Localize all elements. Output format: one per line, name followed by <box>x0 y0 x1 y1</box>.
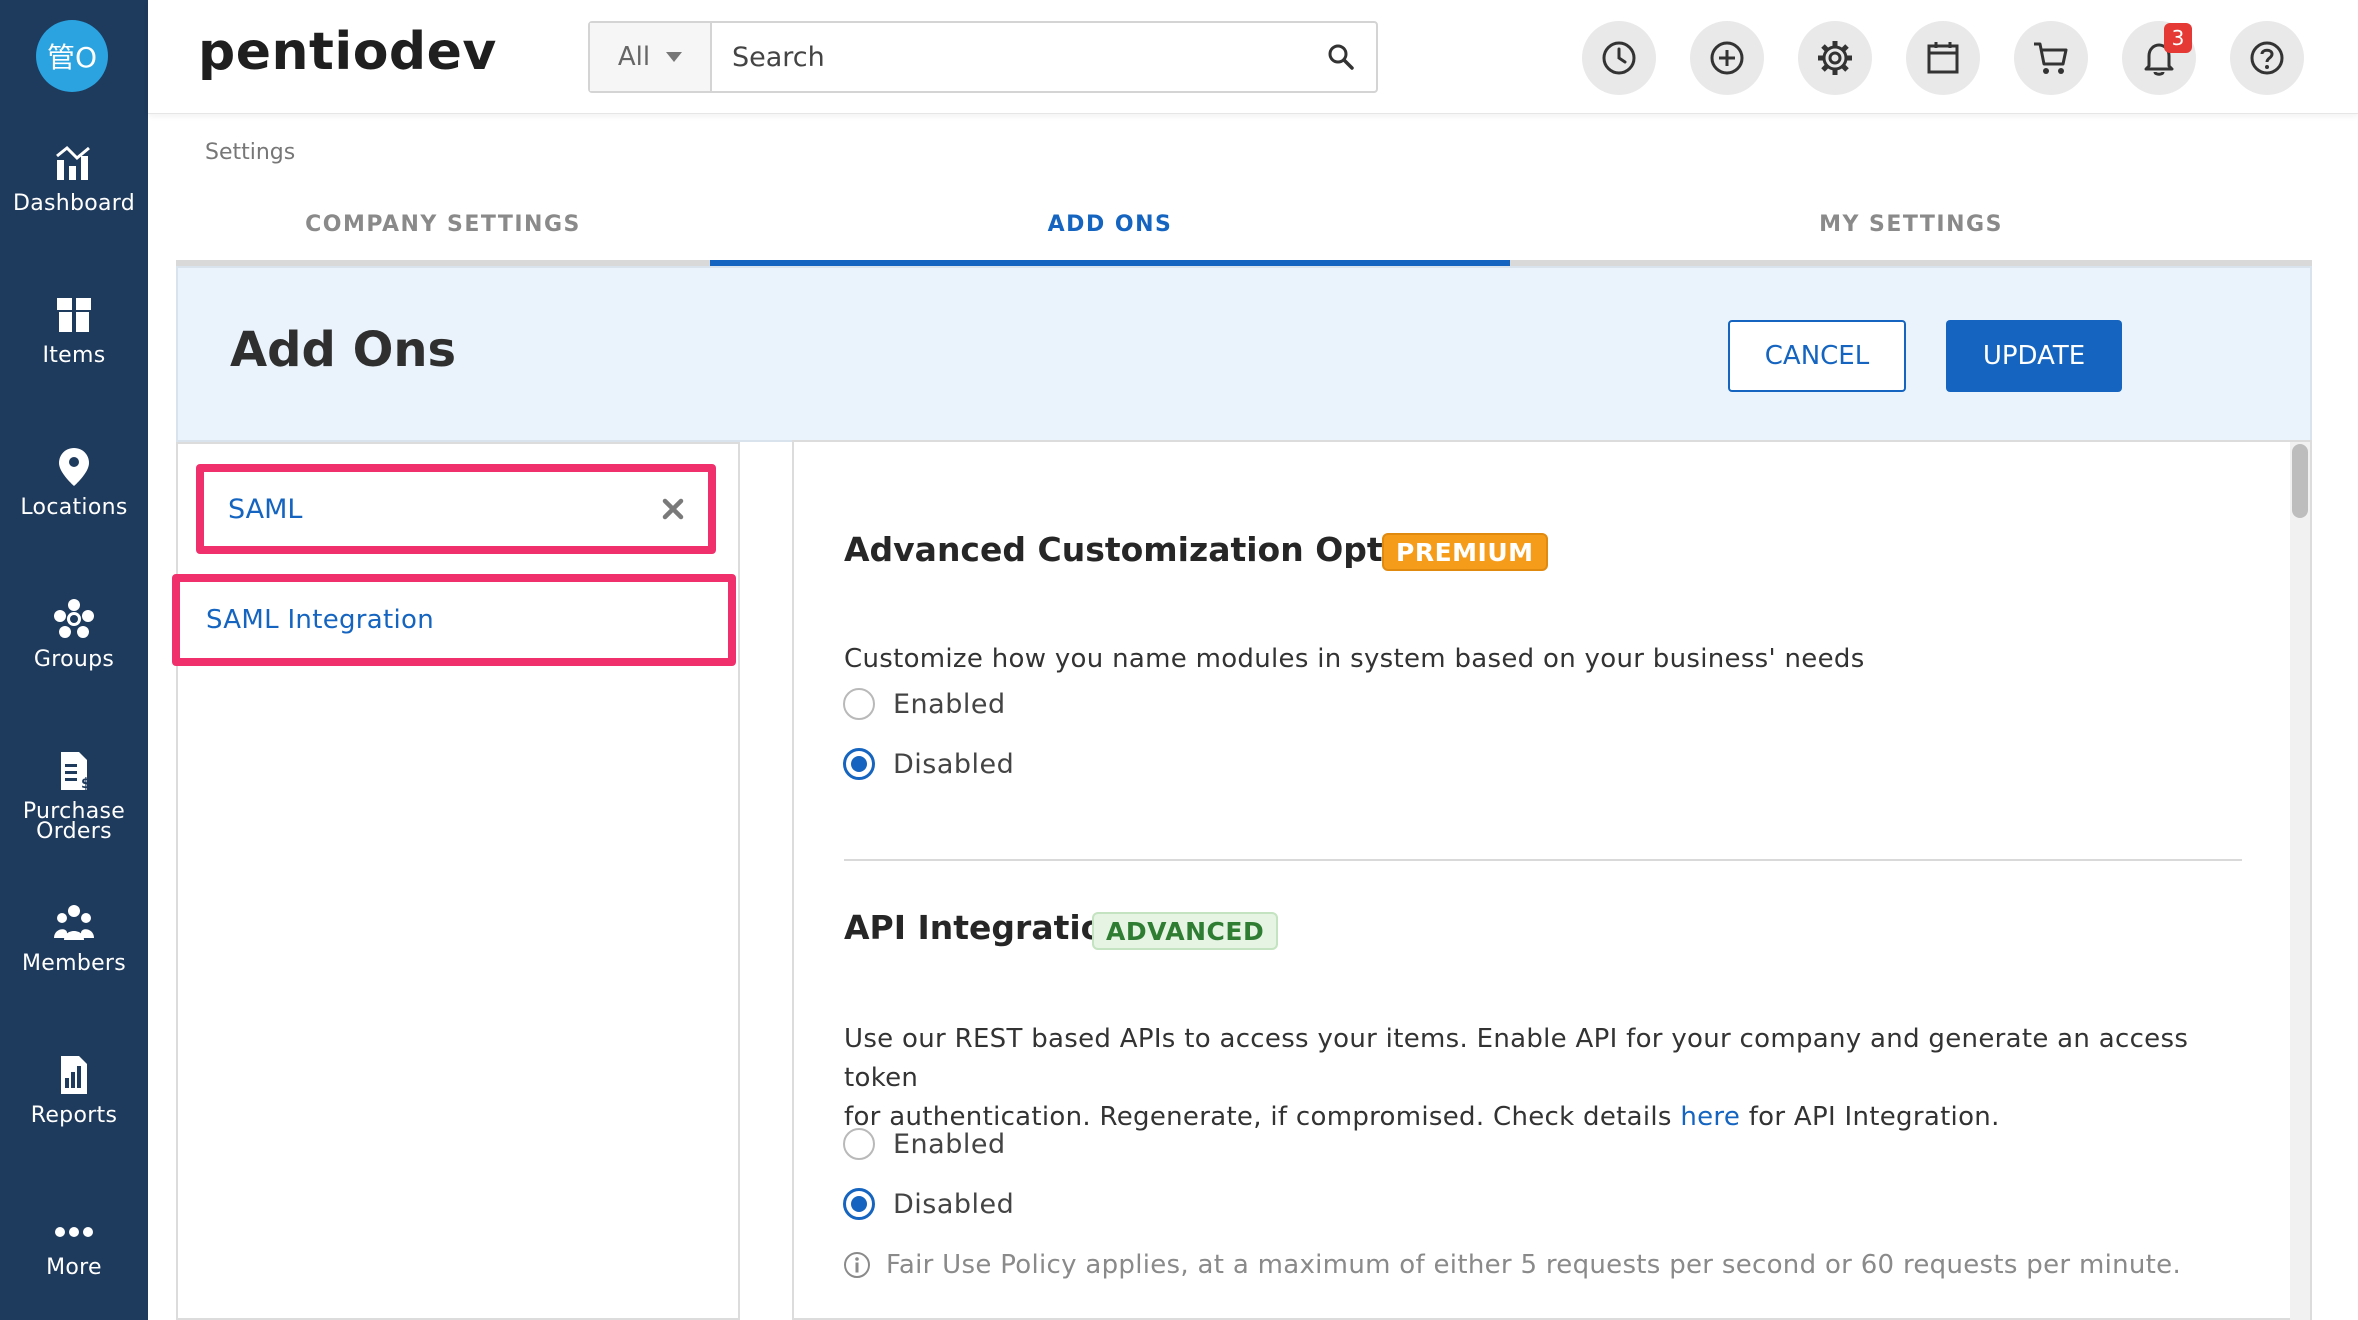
nav-locations[interactable]: Locations <box>0 444 148 554</box>
settings-tabs: COMPANY SETTINGS ADD ONS MY SETTINGS <box>176 188 2312 266</box>
nav-purchase-orders[interactable]: $ Purchase Orders <box>0 748 148 858</box>
nav-reports[interactable]: Reports <box>0 1052 148 1162</box>
nav-members[interactable]: Members <box>0 900 148 1010</box>
help-button[interactable] <box>2230 21 2304 95</box>
search-input[interactable] <box>712 23 1306 91</box>
advanced-customization-description: Customize how you name modules in system… <box>844 644 1865 674</box>
fair-use-text: Fair Use Policy applies, at a maximum of… <box>886 1250 2182 1280</box>
radio-label: Disabled <box>893 748 1015 780</box>
addons-content-panel <box>792 440 2312 1320</box>
advanced-customization-enabled-radio[interactable]: Enabled <box>843 688 1006 720</box>
notification-count-badge: 3 <box>2164 23 2192 53</box>
api-integration-enabled-radio[interactable]: Enabled <box>843 1128 1006 1160</box>
sidebar: 管O Dashboard Items Locations Groups $ Pu… <box>0 0 148 1320</box>
radio-circle <box>843 748 875 780</box>
radio-label: Disabled <box>893 1188 1015 1220</box>
help-icon <box>2250 41 2284 75</box>
nav-label: Members <box>21 951 127 976</box>
chevron-down-icon <box>666 52 683 62</box>
location-pin-icon <box>59 448 89 486</box>
purchase-orders-icon: $ <box>61 752 91 792</box>
fair-use-note: Fair Use Policy applies, at a maximum of… <box>842 1250 2181 1280</box>
advanced-badge: ADVANCED <box>1092 912 1279 950</box>
more-dots-icon <box>55 1227 93 1237</box>
content-scrollbar[interactable] <box>2290 442 2310 1320</box>
radio-circle <box>843 688 875 720</box>
gear-icon <box>1818 41 1852 75</box>
nav-items[interactable]: Items <box>0 292 148 402</box>
section-divider <box>844 859 2242 861</box>
settings-button[interactable] <box>1798 21 1872 95</box>
close-icon[interactable] <box>656 492 690 526</box>
breadcrumb[interactable]: Settings <box>205 140 295 165</box>
scrollbar-thumb[interactable] <box>2292 444 2308 518</box>
info-icon <box>844 1252 870 1278</box>
radio-circle <box>843 1128 875 1160</box>
tab-my-settings[interactable]: MY SETTINGS <box>1510 188 2312 266</box>
filter-result-saml-integration[interactable]: SAML Integration <box>184 584 724 656</box>
nav-label: Items <box>42 343 106 368</box>
search-button[interactable] <box>1306 23 1376 91</box>
nav-label: Purchase Orders <box>22 799 126 844</box>
update-button[interactable]: UPDATE <box>1946 320 2122 392</box>
nav-groups[interactable]: Groups <box>0 596 148 706</box>
calendar-button[interactable] <box>1906 21 1980 95</box>
tab-company-settings[interactable]: COMPANY SETTINGS <box>176 188 710 266</box>
calendar-icon <box>1927 42 1959 74</box>
page-title: Add Ons <box>230 322 457 378</box>
api-integration-disabled-radio[interactable]: Disabled <box>843 1188 1014 1220</box>
top-header: pentiodev All Search 3 <box>148 0 2358 114</box>
company-logo[interactable]: 管O <box>36 20 108 92</box>
groups-icon <box>54 599 94 638</box>
cart-icon <box>2034 42 2068 74</box>
brand-name[interactable]: pentiodev <box>198 22 497 82</box>
add-new-button[interactable] <box>1690 21 1764 95</box>
api-description-line2-end: for API Integration. <box>1740 1102 2000 1132</box>
global-search: All <box>588 21 1378 93</box>
radio-label: Enabled <box>893 1128 1006 1160</box>
section-title-advanced-customization: Advanced Customization Option <box>844 530 1441 569</box>
dashboard-icon <box>56 145 90 180</box>
nav-more[interactable]: More <box>0 1204 148 1314</box>
cart-button[interactable] <box>2014 21 2088 95</box>
members-icon <box>54 905 94 940</box>
notifications-button[interactable]: 3 <box>2122 21 2196 95</box>
history-icon <box>1602 41 1636 75</box>
search-scope-value: All <box>617 42 651 72</box>
search-scope-select[interactable]: All <box>590 23 712 91</box>
radio-label: Enabled <box>893 688 1006 720</box>
nav-label: Reports <box>30 1103 118 1128</box>
search-icon <box>1328 44 1354 70</box>
page-header-band: Add Ons CANCEL UPDATE <box>176 266 2312 442</box>
radio-circle <box>843 1188 875 1220</box>
nav-label: Locations <box>20 495 128 520</box>
addons-filter-input[interactable] <box>210 478 704 540</box>
items-icon <box>57 298 91 332</box>
add-circle-icon <box>1710 41 1744 75</box>
history-button[interactable] <box>1582 21 1656 95</box>
svg-text:$: $ <box>81 776 91 792</box>
api-integration-description: Use our REST based APIs to access your i… <box>844 1020 2244 1137</box>
nav-dashboard[interactable]: Dashboard <box>0 140 148 250</box>
reports-icon <box>61 1056 87 1094</box>
api-details-link[interactable]: here <box>1680 1102 1740 1132</box>
cancel-button[interactable]: CANCEL <box>1728 320 1906 392</box>
tab-add-ons[interactable]: ADD ONS <box>710 188 1510 266</box>
advanced-customization-disabled-radio[interactable]: Disabled <box>843 748 1014 780</box>
nav-label: Groups <box>33 647 115 672</box>
nav-label: More <box>46 1255 102 1280</box>
section-title-api-integration: API Integration <box>844 908 1127 947</box>
premium-badge: PREMIUM <box>1382 533 1548 571</box>
filter-field <box>210 478 704 540</box>
nav-label: Dashboard <box>12 191 136 216</box>
api-description-line1: Use our REST based APIs to access your i… <box>844 1024 2189 1093</box>
